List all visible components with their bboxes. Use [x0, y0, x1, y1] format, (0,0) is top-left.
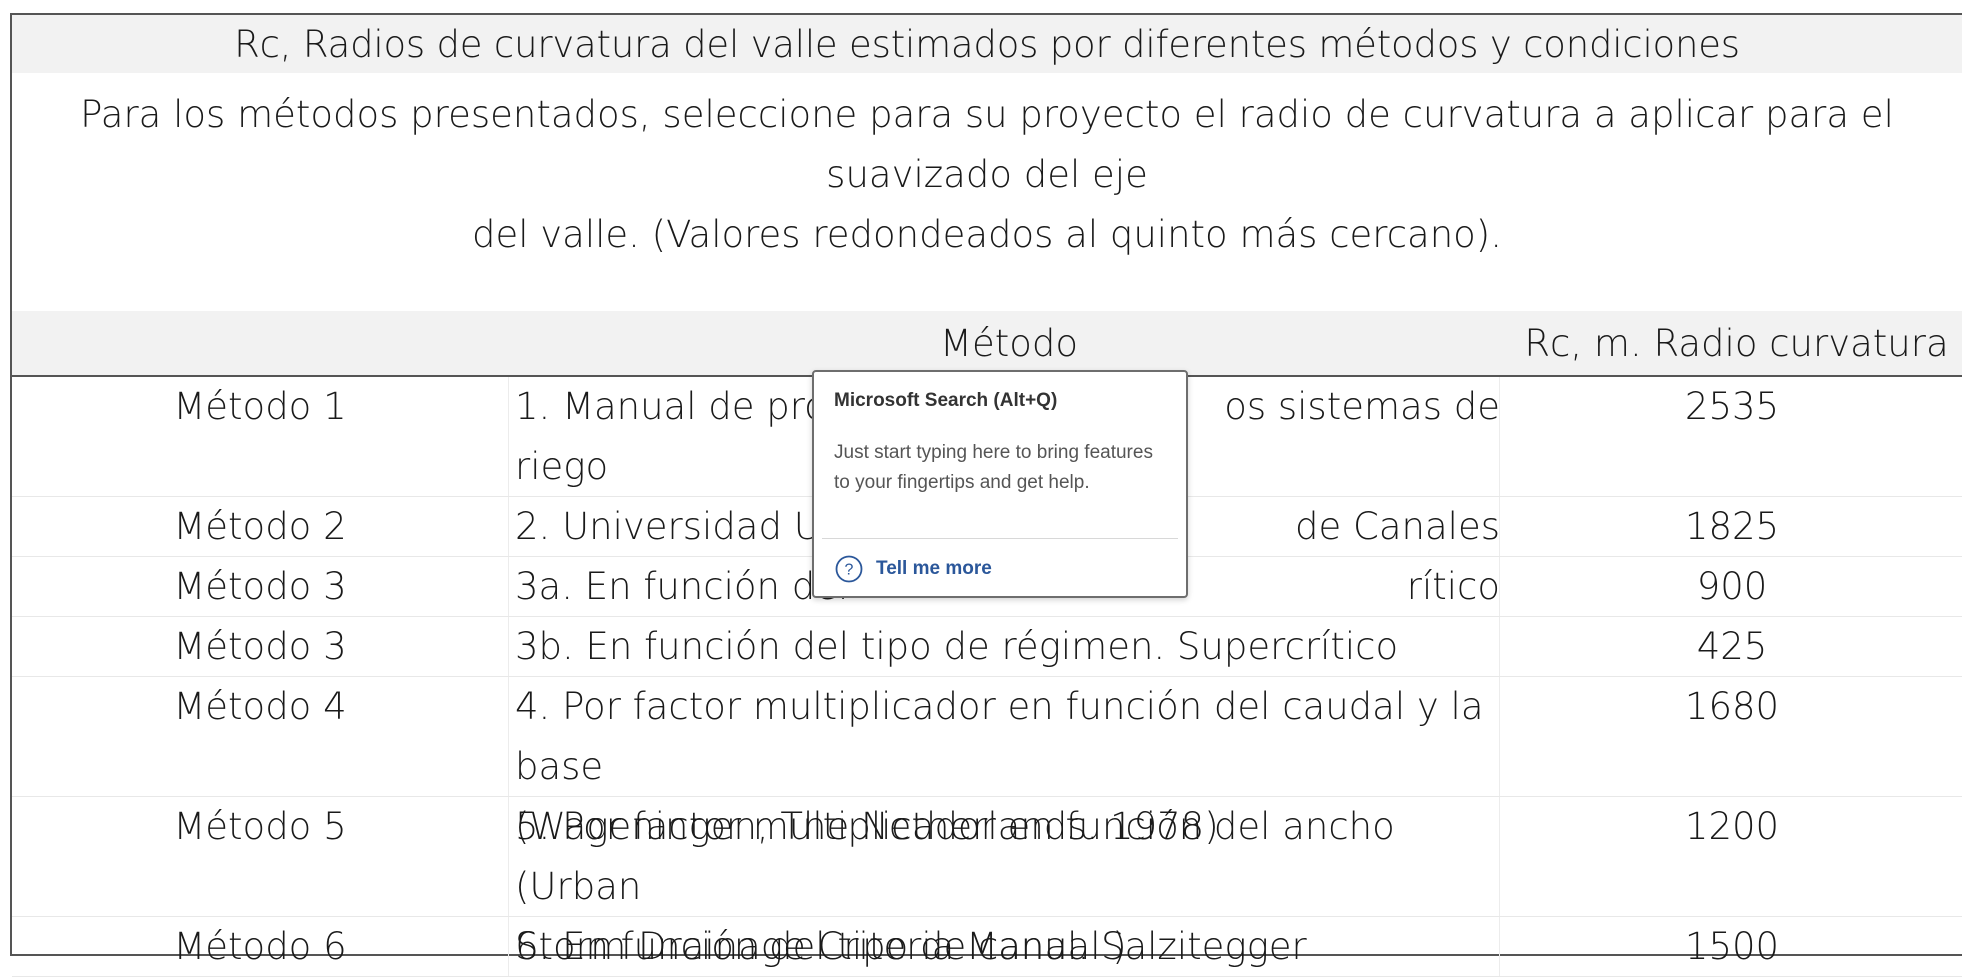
- description-line: 3b. En función del tipo de régimen. Supe…: [515, 625, 1399, 668]
- description-line: 6. En función del tipo de canal. Salzite…: [515, 925, 1307, 968]
- rc-value-text: 1200: [1684, 805, 1780, 848]
- cell-metodo-description[interactable]: 4. Por factor multiplicador en función d…: [515, 677, 1500, 848]
- metodo-label-text: Método 4: [173, 685, 347, 728]
- rc-value-text: 1680: [1684, 685, 1780, 728]
- cell-metodo-label[interactable]: Método 3: [12, 557, 509, 616]
- description-tail: de Canales: [1295, 505, 1500, 548]
- column-header-row: Método Rc, m. Radio curvatura: [12, 311, 1962, 377]
- description-line: 4. Por factor multiplicador en función d…: [515, 685, 1484, 788]
- table-row: Método 5 5. Por factor multiplicador en f…: [12, 797, 1964, 968]
- cell-rc-value[interactable]: 1200: [1499, 797, 1964, 916]
- tell-me-more-link[interactable]: ? Tell me more: [834, 554, 992, 584]
- tooltip-title: Microsoft Search (Alt+Q): [834, 390, 1058, 411]
- header-rc[interactable]: Rc, m. Radio curvatura: [1509, 311, 1964, 375]
- cell-rc-value[interactable]: 2535: [1499, 377, 1964, 496]
- rc-value-text: 425: [1696, 625, 1768, 668]
- metodo-label-text: Método 2: [173, 505, 347, 548]
- description-line: 5. Por factor multiplicador en función d…: [515, 805, 1395, 908]
- help-circle-icon: ?: [835, 555, 863, 583]
- table-subtitle: Para los métodos presentados, seleccione…: [12, 73, 1962, 311]
- cell-rc-value[interactable]: 1680: [1499, 677, 1964, 796]
- table-title: Rc, Radios de curvatura del valle estima…: [12, 15, 1962, 73]
- rc-value-text: 900: [1696, 565, 1768, 608]
- subtitle-line-1: Para los métodos presentados, seleccione…: [80, 93, 1894, 196]
- rc-value-text: 1825: [1684, 505, 1780, 548]
- rc-value-text: 2535: [1684, 385, 1780, 428]
- cell-metodo-description[interactable]: 6. En función del tipo de canal. Salzite…: [515, 917, 1500, 976]
- metodo-label-text: Método 3: [173, 565, 347, 608]
- description-tail: rítico: [1406, 565, 1500, 608]
- cell-rc-value[interactable]: 1500: [1499, 917, 1964, 976]
- metodo-label-text: Método 3: [173, 625, 347, 668]
- rc-value-text: 1500: [1684, 925, 1780, 968]
- cell-metodo-label[interactable]: Método 6: [12, 917, 509, 976]
- description-tail: os sistemas de: [1224, 385, 1500, 428]
- metodo-label-text: Método 5: [173, 805, 347, 848]
- metodo-label-text: Método 6: [173, 925, 347, 968]
- tell-me-more-label[interactable]: Tell me more: [876, 558, 992, 580]
- cell-metodo-description[interactable]: 5. Por factor multiplicador en función d…: [515, 797, 1500, 968]
- subtitle-line-2: del valle. (Valores redondeados al quint…: [471, 213, 1503, 256]
- cell-rc-value[interactable]: 900: [1499, 557, 1964, 616]
- cell-rc-value[interactable]: 425: [1499, 617, 1964, 676]
- cell-metodo-label[interactable]: Método 1: [12, 377, 509, 496]
- header-metodo[interactable]: Método: [509, 311, 1509, 375]
- tooltip-body: Just start typing here to bring features…: [834, 442, 1153, 493]
- table-row: Método 3 3b. En función del tipo de régim…: [12, 617, 1962, 677]
- microsoft-search-tooltip: Microsoft Search (Alt+Q) Just start typi…: [812, 370, 1188, 598]
- cell-metodo-label[interactable]: Método 3: [12, 617, 509, 676]
- tooltip-divider: [822, 538, 1178, 539]
- cell-metodo-label[interactable]: Método 2: [12, 497, 509, 556]
- table-row: Método 6 6. En función del tipo de canal.…: [12, 917, 1962, 977]
- cell-metodo-label[interactable]: Método 5: [12, 797, 509, 916]
- table-row: Método 4 4. Por factor multiplicador en f…: [12, 677, 1964, 848]
- cell-metodo-label[interactable]: Método 4: [12, 677, 509, 796]
- metodo-label-text: Método 1: [173, 385, 347, 428]
- cell-metodo-description[interactable]: 3b. En función del tipo de régimen. Supe…: [515, 617, 1500, 676]
- cell-rc-value[interactable]: 1825: [1499, 497, 1964, 556]
- svg-text:?: ?: [845, 562, 854, 579]
